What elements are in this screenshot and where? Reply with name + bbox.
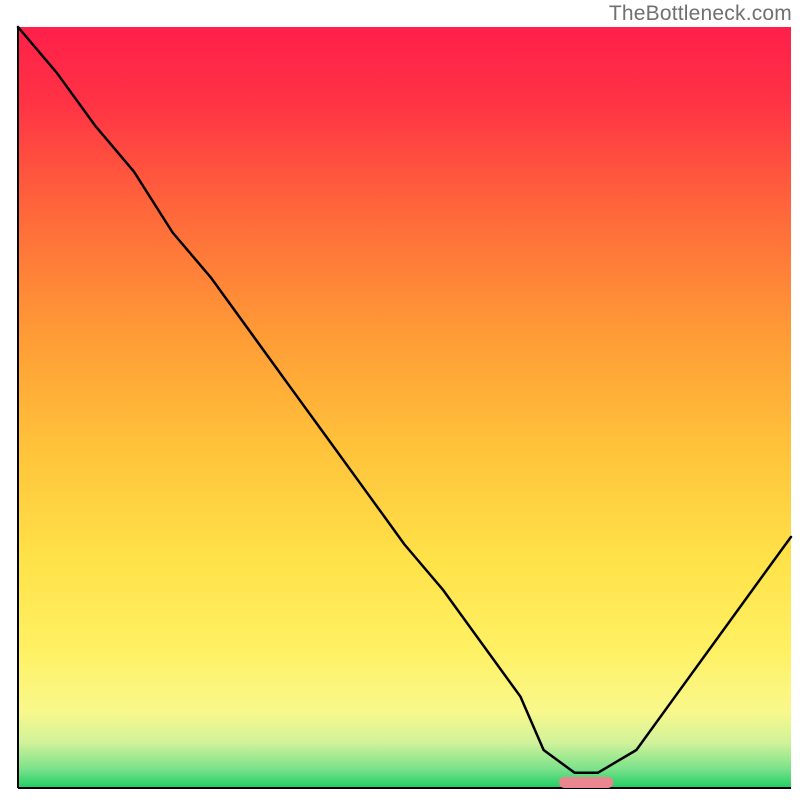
optimal-marker	[559, 777, 613, 788]
bottleneck-chart	[0, 0, 800, 800]
watermark-text: TheBottleneck.com	[609, 2, 792, 26]
plot-background	[18, 27, 791, 788]
